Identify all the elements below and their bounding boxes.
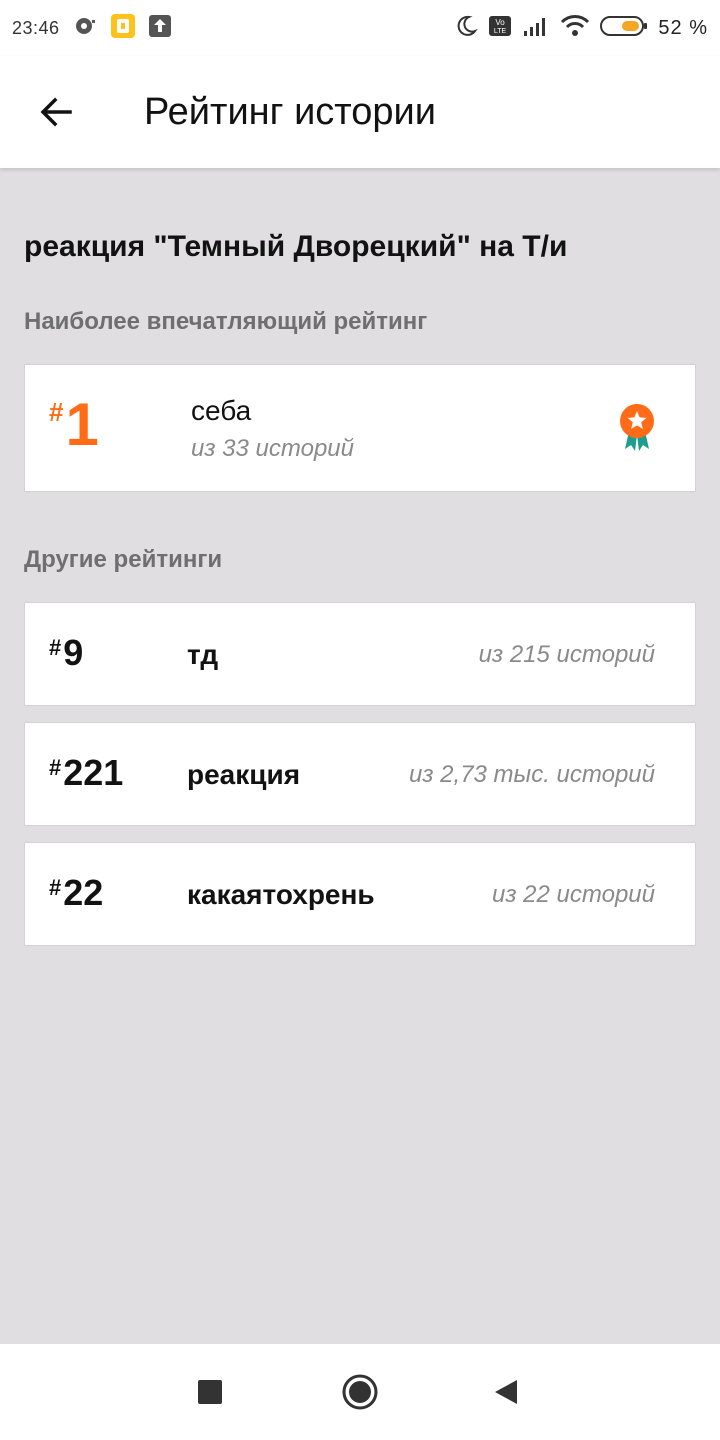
rank-number: # 22 [49,875,103,911]
circle-icon [342,1374,378,1410]
rank-hash: # [49,397,64,427]
app-bar: Рейтинг истории [0,56,720,168]
wifi-icon [560,14,590,43]
rank-subtitle: из 22 историй [492,881,655,908]
recents-button[interactable] [186,1368,234,1416]
rank-hash: # [49,755,62,780]
rank-subtitle: из 215 историй [478,641,655,668]
status-system-icons: Vo LTE 52 % [454,14,708,43]
rank-number: # 221 [49,755,123,791]
app-notification-icon [110,13,136,44]
medal-badge-icon [617,403,657,458]
status-time: 23:46 [12,17,60,38]
media-icon [74,16,98,41]
back-nav-button[interactable] [482,1368,530,1416]
top-rating-section-label: Наиболее впечатляющий рейтинг [24,308,428,335]
rank-tag: какаятохрень [187,879,375,910]
page-title: Рейтинг истории [144,90,436,133]
square-icon [198,1380,222,1404]
svg-text:LTE: LTE [494,28,507,35]
rating-card[interactable]: # 221 реакция из 2,73 тыс. историй [24,722,696,826]
rating-card[interactable]: # 22 какаятохрень из 22 историй [24,842,696,946]
rank-value: 9 [63,632,84,673]
top-rank-number: # 1 [49,395,99,455]
status-bar: 23:46 Vo LTE 52 % [0,0,720,56]
rank-value: 1 [65,391,99,458]
rank-tag: тд [187,639,219,670]
signal-icon [522,15,550,42]
rank-value: 22 [63,872,104,913]
other-ratings-section-label: Другие рейтинги [24,546,223,573]
back-button[interactable] [24,80,88,144]
moon-icon [454,14,479,43]
story-title: реакция "Темный Дворецкий" на Т/и [24,230,568,263]
rank-hash: # [49,875,62,900]
upload-icon [148,14,172,43]
top-rating-card[interactable]: # 1 себа из 33 историй [24,364,696,492]
volte-icon: Vo LTE [488,14,512,43]
triangle-back-icon [495,1380,517,1404]
rank-hash: # [49,635,62,660]
rank-value: 221 [63,752,124,793]
rating-card[interactable]: # 9 тд из 215 историй [24,602,696,706]
rank-subtitle: из 2,73 тыс. историй [409,761,655,788]
system-nav-bar [0,1344,720,1440]
top-rank-tag: себа [191,395,252,426]
status-notification-icons [74,13,172,44]
home-button[interactable] [336,1368,384,1416]
top-rank-subtitle: из 33 историй [191,435,354,462]
battery-icon [600,14,648,43]
svg-text:Vo: Vo [496,18,506,27]
battery-percent: 52 % [658,16,708,39]
rank-tag: реакция [187,759,301,790]
rank-number: # 9 [49,635,83,671]
arrow-back-icon [40,97,72,127]
